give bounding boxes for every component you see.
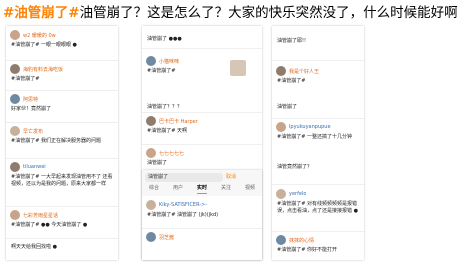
- avatar[interactable]: [10, 64, 20, 74]
- username[interactable]: 早亡发布: [23, 128, 43, 135]
- avatar[interactable]: [276, 235, 286, 245]
- post-card[interactable]: w2 暖暖的 0w #油管崩了# 一眼一眼眼眼 ●: [6, 30, 118, 49]
- divider: [6, 122, 118, 123]
- divider: [142, 48, 262, 49]
- post-text: 油管崩了 ●●●: [147, 36, 182, 42]
- divider: [6, 90, 118, 91]
- avatar[interactable]: [146, 116, 156, 126]
- post-card[interactable]: 油管竟然崩了？: [272, 162, 364, 171]
- divider: [272, 231, 364, 232]
- divider: [142, 228, 262, 229]
- divider: [6, 206, 118, 207]
- search-screen: 油管崩了 取消 综合 用户 实时 关注 视频 Kiky-SATISFICER->…: [142, 170, 262, 260]
- tab-following[interactable]: 关注: [221, 184, 231, 194]
- post-card[interactable]: 油管崩了: [272, 102, 364, 111]
- post-card[interactable]: 油管崩了耶!!: [272, 36, 364, 45]
- username[interactable]: Kiky-SATISFICER->-: [159, 202, 207, 208]
- post-text: #油管崩了# 我们正在解决服务器的问题: [11, 138, 101, 144]
- post-text: #油管崩了# 天啊: [147, 128, 187, 134]
- avatar[interactable]: [276, 122, 286, 132]
- post-card[interactable]: 巴卡巴卡 Harper #油管崩了# 天啊: [142, 116, 262, 135]
- post-text: 啊天天给我回找啦 ●: [11, 244, 57, 250]
- tab-video[interactable]: 视频: [245, 184, 255, 194]
- username[interactable]: 小猫咪咪: [159, 58, 179, 65]
- avatar[interactable]: [10, 162, 20, 172]
- post-text: 油管竟然崩了？: [277, 164, 313, 170]
- avatar[interactable]: [146, 200, 156, 210]
- avatar[interactable]: [146, 148, 156, 158]
- post-card[interactable]: 抹抹的心情 #油管崩了# 你好不能打开: [272, 235, 364, 254]
- search-input[interactable]: 油管崩了: [145, 173, 223, 182]
- post-card[interactable]: 七七七七七 油管崩了: [142, 148, 262, 167]
- post-text: #油管崩了# 一整还搞了十几分钟: [277, 134, 352, 140]
- avatar[interactable]: [10, 126, 20, 136]
- screenshot-column-3: 油管崩了耶!! 我是个好人王 #油管崩了# 油管崩了 lpyukuyanpupu…: [272, 26, 364, 260]
- tab-realtime[interactable]: 实时: [196, 184, 207, 194]
- avatar[interactable]: [10, 30, 20, 40]
- post-card[interactable]: 海豹有料去海吃饭 #油管崩了#: [6, 64, 118, 83]
- headline-hashtag[interactable]: #油管崩了#: [3, 1, 80, 21]
- post-card[interactable]: Kiky-SATISFICER->- #油管崩了# 油管崩了 (jk)(jkd): [142, 200, 262, 219]
- username[interactable]: 巴卡巴卡 Harper: [159, 118, 198, 125]
- divider: [272, 184, 364, 185]
- divider: [142, 112, 262, 113]
- tab-users[interactable]: 用户: [173, 184, 183, 194]
- username[interactable]: 阿思特: [23, 96, 38, 103]
- divider: [272, 60, 364, 61]
- username[interactable]: 抹抹的心情: [289, 237, 314, 244]
- username[interactable]: 海豹有料去海吃饭: [23, 66, 63, 73]
- username[interactable]: lpyukuyanpupue: [289, 124, 331, 130]
- tab-comprehensive[interactable]: 综合: [149, 184, 159, 194]
- divider: [272, 118, 364, 119]
- post-card[interactable]: 阿思特 好家伙！竟然崩了: [6, 94, 118, 113]
- post-card[interactable]: 早亡发布 #油管崩了# 我们正在解决服务器的问题: [6, 126, 118, 145]
- avatar[interactable]: [276, 189, 286, 199]
- post-text: 油管崩了: [277, 104, 298, 110]
- divider: [6, 238, 118, 239]
- headline-text: 油管崩了？这是怎么了？大家的快乐突然没了，什么时候能好啊: [79, 5, 458, 21]
- username[interactable]: 七彩芳雨星星话: [23, 212, 58, 219]
- avatar[interactable]: [146, 56, 156, 66]
- username[interactable]: 我是个好人王: [289, 68, 319, 75]
- post-text: 油管崩了耶!!: [277, 38, 307, 44]
- post-card[interactable]: 我是个好人王 #油管崩了#: [272, 66, 364, 85]
- post-text: #油管崩了# 一眼一眼眼眼 ●: [11, 42, 77, 48]
- post-card[interactable]: 七彩芳雨星星话 #油管崩了# ●● 今天油管崩了 ●: [6, 210, 118, 229]
- search-bar: 油管崩了 取消 综合 用户 实时 关注 视频: [142, 170, 262, 196]
- headline: #油管崩了# 油管崩了？这是怎么了？大家的快乐突然没了，什么时候能好啊: [0, 0, 468, 22]
- post-text: 油管崩了: [147, 160, 168, 166]
- post-text: #油管崩了# 对有线频频频频是报错误，点击看油，点了还是接接报错 ●: [277, 201, 358, 214]
- post-card[interactable]: yerfelo #油管崩了# 对有线频频频频是报错误，点击看油，点了还是接接报错…: [272, 189, 364, 214]
- post-text: #油管崩了# 一大早起来发现油管用不了 还看视频，还以为是我的问题，原来大家都一…: [11, 174, 113, 187]
- post-card[interactable]: 羽芝酱: [142, 232, 262, 242]
- post-text: 好家伙！竟然崩了: [11, 106, 52, 112]
- avatar[interactable]: [10, 210, 20, 220]
- avatar[interactable]: [10, 94, 20, 104]
- username[interactable]: tiluanwei: [23, 164, 46, 170]
- post-card[interactable]: tiluanwei #油管崩了# 一大早起来发现油管用不了 还看视频，还以为是我…: [6, 162, 118, 187]
- username[interactable]: 羽芝酱: [159, 234, 174, 241]
- post-text: #油管崩了#: [11, 76, 40, 82]
- post-image[interactable]: [230, 60, 246, 76]
- post-text: #油管崩了# 油管崩了 (jk)(jkd): [147, 212, 219, 218]
- post-text: 油管崩了？？？: [147, 104, 183, 110]
- post-card[interactable]: 啊天天给我回找啦 ●: [6, 242, 118, 251]
- post-card[interactable]: 油管崩了 ●●●: [142, 34, 262, 43]
- post-text: #油管崩了#: [277, 78, 306, 84]
- cancel-button[interactable]: 取消: [226, 173, 236, 182]
- avatar[interactable]: [276, 66, 286, 76]
- post-card[interactable]: 油管崩了？？？: [142, 102, 262, 111]
- post-text: #油管崩了# ●● 今天油管崩了 ●: [11, 222, 88, 228]
- post-text: #油管崩了# 你好不能打开: [277, 247, 337, 253]
- username[interactable]: yerfelo: [289, 191, 306, 197]
- username[interactable]: 七七七七七: [159, 150, 184, 157]
- avatar[interactable]: [146, 232, 156, 242]
- divider: [142, 144, 262, 145]
- post-card[interactable]: lpyukuyanpupue #油管崩了# 一整还搞了十几分钟: [272, 122, 364, 141]
- search-tabs: 综合 用户 实时 关注 视频: [142, 184, 262, 194]
- username[interactable]: w2 暖暖的 0w: [23, 32, 56, 39]
- divider: [6, 60, 118, 61]
- divider: [6, 158, 118, 159]
- screenshot-column-1: w2 暖暖的 0w #油管崩了# 一眼一眼眼眼 ● 海豹有料去海吃饭 #油管崩了…: [6, 26, 118, 260]
